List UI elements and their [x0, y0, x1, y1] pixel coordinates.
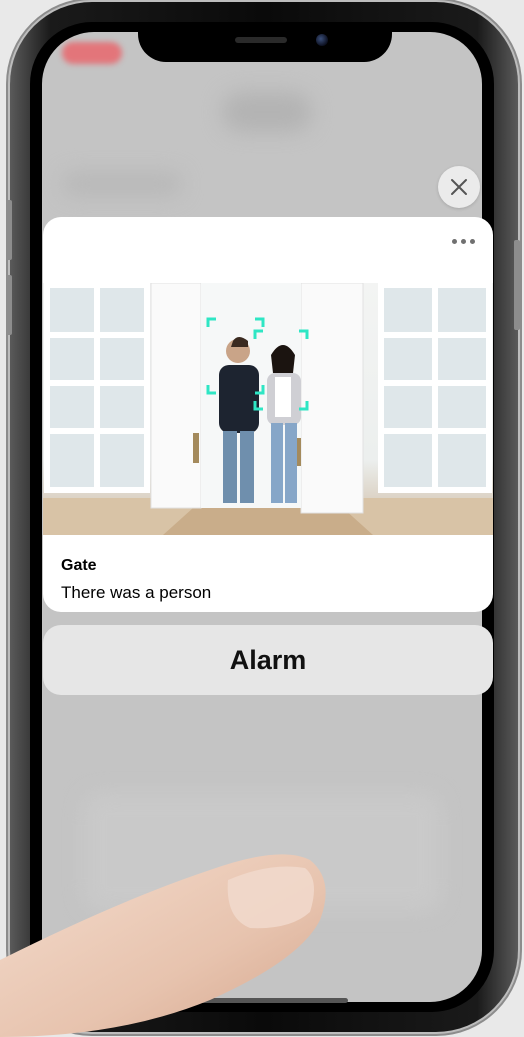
snapshot-scene	[43, 282, 493, 535]
notification-message: There was a person	[61, 583, 212, 602]
notification-title: Gate	[61, 557, 97, 574]
camera-snapshot	[43, 282, 493, 535]
ellipsis-icon[interactable]	[452, 239, 475, 244]
home-indicator[interactable]	[180, 998, 348, 1003]
earpiece-speaker	[235, 37, 287, 43]
power-button	[514, 240, 520, 330]
volume-up-button	[6, 200, 12, 260]
volume-down-button	[6, 275, 12, 335]
left-window	[44, 282, 150, 493]
right-window	[378, 282, 492, 493]
front-camera	[316, 34, 328, 46]
close-button[interactable]	[438, 166, 480, 208]
notification-card[interactable]: Gate There was a person	[43, 217, 493, 612]
close-icon	[451, 179, 467, 195]
status-bar-time	[62, 42, 122, 64]
alarm-button[interactable]: Alarm	[43, 625, 493, 695]
